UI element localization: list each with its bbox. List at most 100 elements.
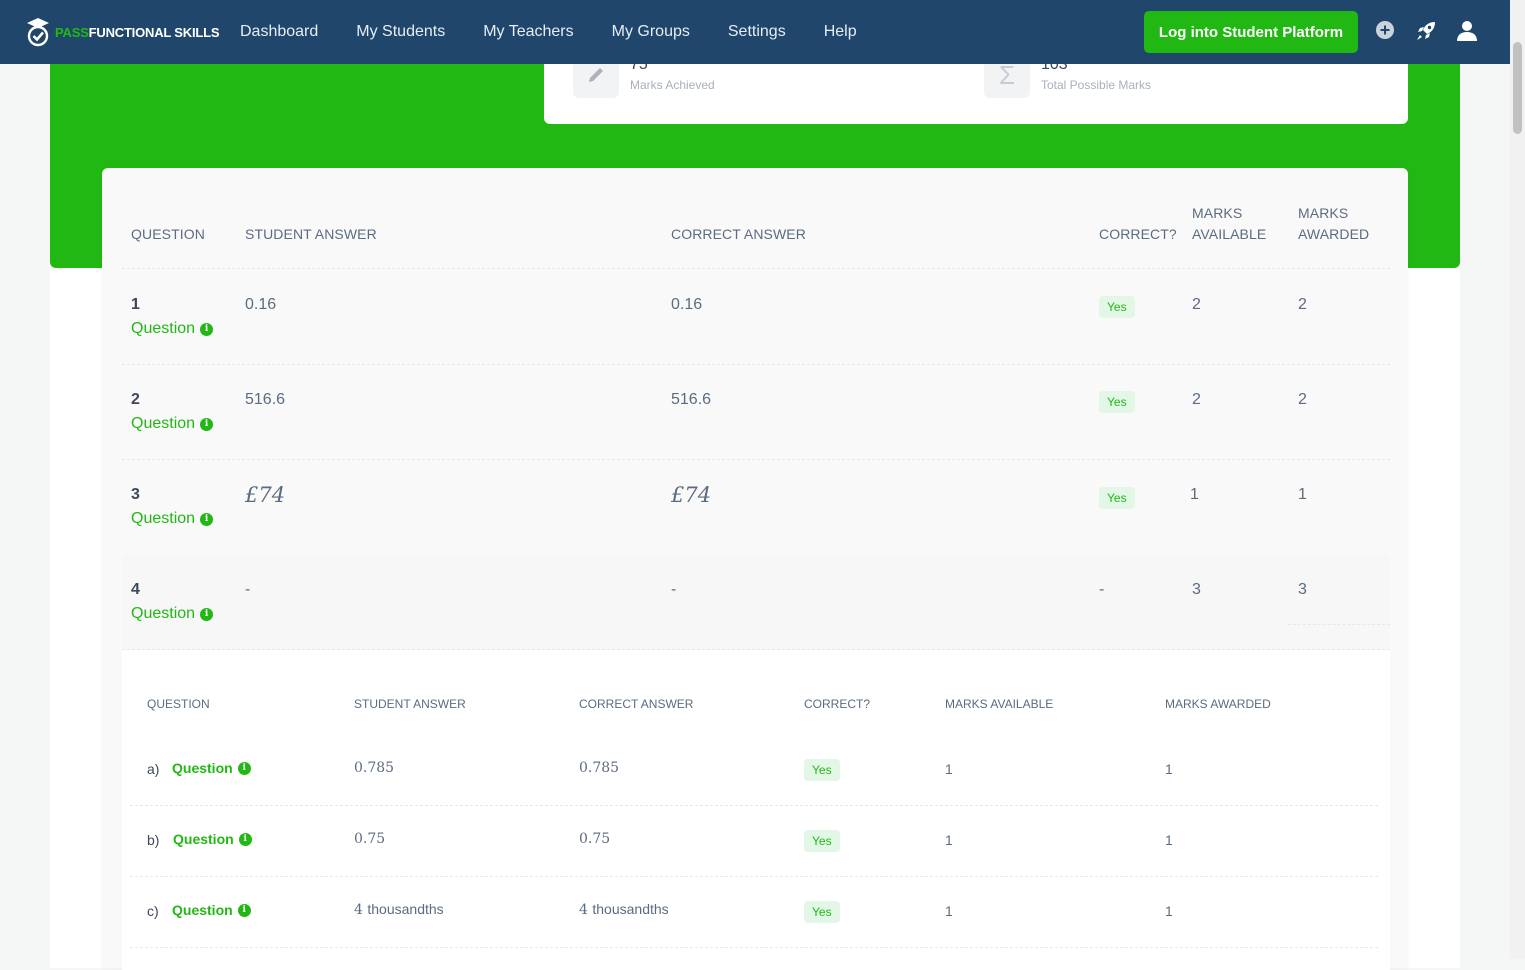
correct-badge: Yes [804, 759, 840, 781]
sub-header-correct: CORRECT? [804, 697, 871, 711]
sub-correct-answer: 0.785 [579, 760, 619, 776]
subquestion-row: b) Question i 0.75 0.75 Yes 1 1 [130, 806, 1378, 877]
info-icon[interactable]: i [237, 761, 251, 775]
total-possible-marks-stat: Σ 103 Total Possible Marks [984, 64, 1151, 124]
table-row: 2 Question i 516.6 516.6 Yes 2 2 [122, 364, 1390, 460]
marks-awarded: 1 [1298, 486, 1307, 503]
sub-marks-available: 1 [945, 903, 953, 919]
subquestion-letter: a) [147, 761, 160, 777]
user-icon[interactable] [1456, 20, 1478, 42]
nav-link-help[interactable]: Help [824, 23, 857, 41]
results-table-card: QUESTION STUDENT ANSWER CORRECT ANSWER C… [102, 168, 1408, 970]
sub-student-answer-value: 0.785 [354, 760, 395, 776]
subquestion-link[interactable]: Question i [172, 902, 251, 918]
subquestion-row: a) Question i 0.785 0.785 Yes 1 1 [130, 735, 1378, 806]
marks-available: 2 [1192, 296, 1201, 313]
question-link[interactable]: Question i [131, 510, 214, 528]
sub-marks-available: 1 [945, 761, 953, 777]
marks-awarded-cell: 3 [1288, 554, 1390, 625]
scrollbar-thumb[interactable] [1513, 42, 1522, 134]
subquestion-link[interactable]: Question i [173, 831, 252, 847]
sub-student-answer: 0.785 [354, 760, 394, 776]
header-question: QUESTION [131, 226, 205, 242]
student-answer: - [245, 581, 251, 598]
info-icon[interactable]: i [200, 417, 214, 431]
rocket-icon[interactable] [1415, 20, 1437, 42]
pencil-icon [573, 64, 619, 98]
subquestion-link-label: Question [172, 760, 233, 776]
marks-available: 2 [1192, 391, 1201, 408]
info-icon[interactable]: i [200, 322, 214, 336]
question-number: 1 [131, 296, 140, 313]
correct-badge: Yes [1099, 487, 1135, 509]
nav-link-my-teachers[interactable]: My Teachers [483, 23, 573, 41]
marks-awarded: 3 [1298, 581, 1307, 598]
question-link[interactable]: Question i [131, 320, 214, 338]
sub-student-answer-value: 0.75 [354, 831, 386, 847]
question-link-label: Question [131, 415, 196, 432]
sub-correct-answer-value: 4 [579, 902, 588, 918]
subquestion-letter: b) [147, 832, 160, 848]
info-icon[interactable]: i [238, 832, 252, 846]
sub-correct-answer-unit: thousandths [592, 901, 669, 917]
sub-header-correct-answer: CORRECT ANSWER [579, 697, 694, 711]
nav-link-my-students[interactable]: My Students [356, 23, 445, 41]
marks-achieved-stat: 75 Marks Achieved [573, 64, 715, 124]
graduation-check-icon [26, 17, 50, 47]
subquestion-link[interactable]: Question i [172, 760, 251, 776]
correct-answer: 516.6 [671, 391, 712, 408]
marks-available: 1 [1190, 486, 1199, 503]
correct-badge: Yes [804, 901, 840, 923]
nav-link-my-groups[interactable]: My Groups [612, 23, 690, 41]
info-icon[interactable]: i [200, 512, 214, 526]
table-row: 3 Question i £74 £74 Yes 1 1 [122, 459, 1390, 555]
header-marks-available-line2: AVAILABLE [1192, 226, 1267, 242]
sub-header-marks-awarded: MARKS AWARDED [1165, 697, 1271, 711]
subquestion-letter: c) [147, 903, 159, 919]
sub-student-answer-unit: thousandths [367, 901, 444, 917]
top-navbar: PASSFUNCTIONAL SKILLS Dashboard My Stude… [0, 0, 1510, 64]
correct-badge: Yes [804, 830, 840, 852]
student-answer: 0.16 [245, 296, 277, 313]
sub-header-student-answer: STUDENT ANSWER [354, 697, 466, 711]
sub-header-question: QUESTION [147, 697, 210, 711]
correct-value: - [1099, 581, 1105, 598]
marks-achieved-value: 75 [630, 64, 648, 73]
log-into-student-platform-button[interactable]: Log into Student Platform [1144, 11, 1358, 53]
brand-pass: PASS [55, 24, 89, 40]
total-possible-marks-label: Total Possible Marks [1041, 78, 1152, 92]
marks-available: 3 [1192, 581, 1201, 598]
question-number: 2 [131, 391, 140, 408]
marks-awarded: 2 [1298, 391, 1307, 408]
question-link-label: Question [131, 605, 196, 622]
sub-correct-answer-value: 0.75 [579, 831, 611, 847]
question-link-label: Question [131, 320, 196, 337]
correct-badge: Yes [1099, 296, 1135, 318]
info-icon[interactable]: i [200, 607, 214, 621]
brand-name: PASSFUNCTIONAL SKILLS [55, 24, 220, 40]
subquestion-table: QUESTION STUDENT ANSWER CORRECT ANSWER C… [122, 650, 1390, 970]
correct-answer: 0.16 [671, 296, 703, 313]
brand-rest: FUNCTIONAL SKILLS [88, 24, 220, 40]
sub-header-marks-available: MARKS AVAILABLE [945, 697, 1054, 711]
sub-correct-answer: 0.75 [579, 831, 610, 847]
header-marks-awarded-line1: MARKS [1298, 205, 1349, 221]
nav-link-settings[interactable]: Settings [728, 23, 786, 41]
info-icon[interactable]: i [237, 903, 251, 917]
subquestion-link-label: Question [173, 831, 234, 847]
marks-achieved-label: Marks Achieved [630, 78, 715, 92]
header-marks-available-line1: MARKS [1192, 205, 1243, 221]
plus-circle-icon[interactable] [1375, 20, 1397, 42]
correct-answer: - [671, 581, 677, 598]
question-link[interactable]: Question i [131, 415, 214, 433]
table-row-expanded[interactable]: 4 Question i - - - 3 3 [122, 554, 1390, 650]
nav-link-dashboard[interactable]: Dashboard [240, 23, 318, 41]
page-scrollbar[interactable] [1510, 0, 1525, 959]
header-correct-answer: CORRECT ANSWER [671, 226, 806, 242]
sigma-icon: Σ [984, 64, 1030, 98]
brand-logo[interactable]: PASSFUNCTIONAL SKILLS [26, 17, 220, 47]
question-link[interactable]: Question i [131, 605, 214, 623]
question-number: 4 [131, 581, 140, 598]
header-marks-awarded-line2: AWARDED [1298, 226, 1370, 242]
sub-correct-answer: 4 thousandths [579, 901, 669, 918]
